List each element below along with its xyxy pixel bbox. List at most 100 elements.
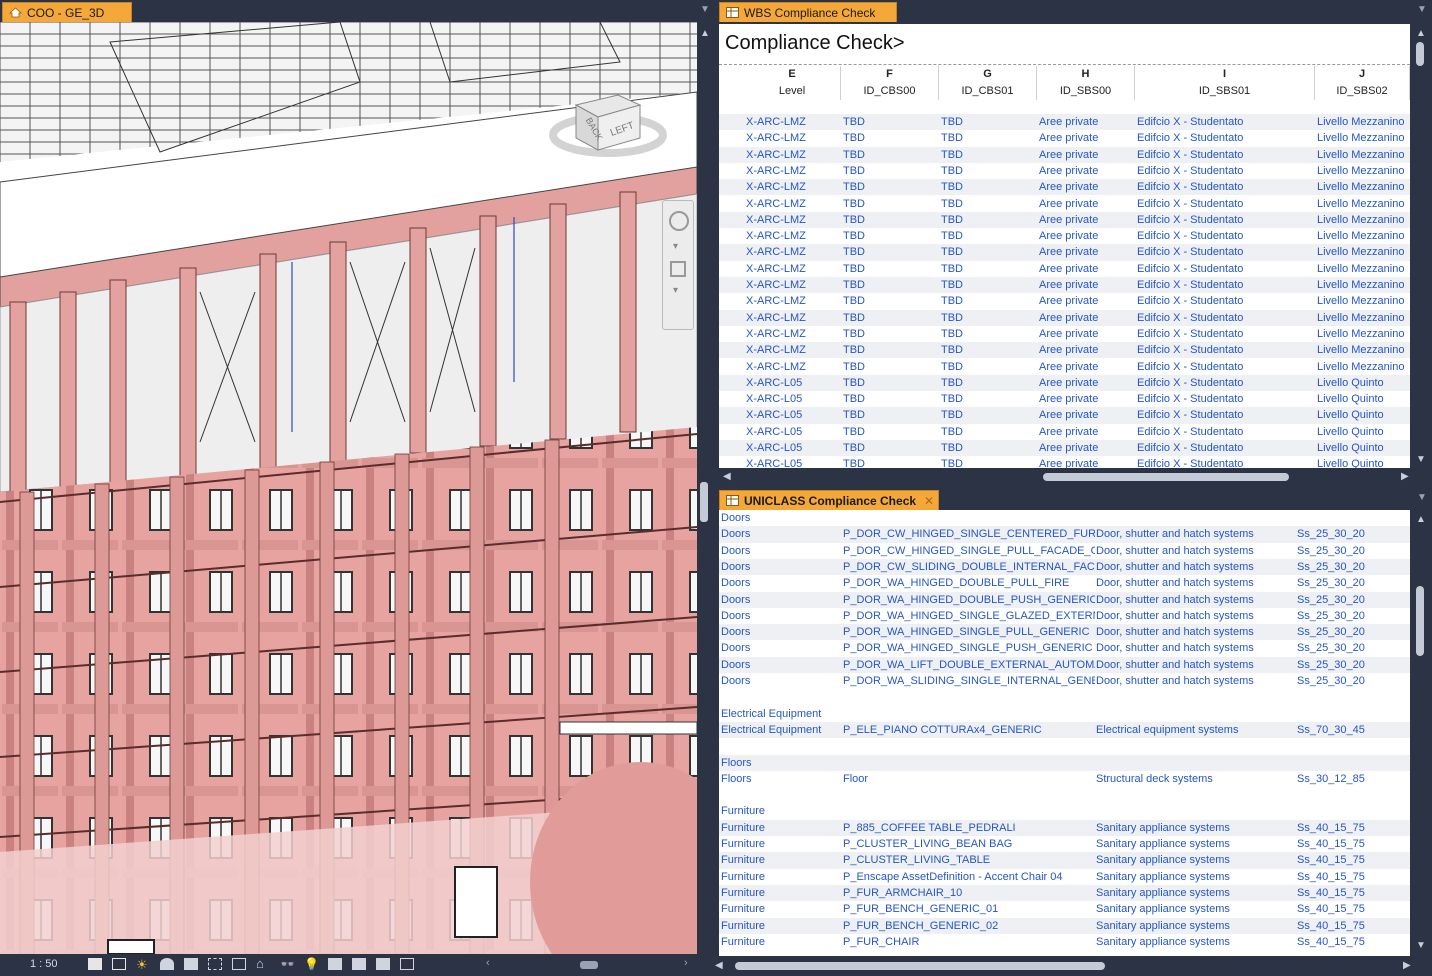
table-cell[interactable]: P_DOR_WA_HINGED_SINGLE_PULL_GENERIC <box>843 624 1095 640</box>
table-cell[interactable]: P_CLUSTER_LIVING_BEAN BAG <box>843 836 1095 852</box>
table-row[interactable]: X-ARC-LMZ TBD TBD Aree private Edifcio X - S… <box>719 228 1410 244</box>
table-cell[interactable]: TBD <box>941 440 1035 456</box>
table-row[interactable]: X-ARC-LMZ TBD TBD Aree private Edifcio X - S… <box>719 196 1410 212</box>
table-cell[interactable]: TBD <box>941 342 1035 358</box>
table-cell[interactable]: TBD <box>843 407 937 423</box>
table-cell[interactable]: TBD <box>843 261 937 277</box>
table-cell[interactable]: Floors <box>721 771 841 787</box>
table-cell[interactable]: Doors <box>721 624 841 640</box>
table-cell[interactable]: X-ARC-LMZ <box>746 326 839 342</box>
scroll-thumb[interactable] <box>1043 473 1289 481</box>
table-cell[interactable]: P_DOR_WA_HINGED_DOUBLE_PULL_FIRE <box>843 575 1095 591</box>
table-cell[interactable]: X-ARC-LMZ <box>746 114 839 130</box>
table-row[interactable]: Furniture P_FUR_ARMCHAIR_10 Sanitary appli… <box>719 884 1410 902</box>
table-cell[interactable]: X-ARC-LMZ <box>746 130 839 146</box>
table-row[interactable]: X-ARC-L05 TBD TBD Aree private Edifcio X - S… <box>719 440 1410 457</box>
table-row[interactable]: Doors P_DOR_CW_SLIDING_DOUBLE_INTERNAL_FA… <box>719 558 1410 576</box>
table-row[interactable]: X-ARC-LMZ TBD TBD Aree private Edifcio X - S… <box>719 244 1410 261</box>
table-cell[interactable]: X-ARC-L05 <box>746 375 839 391</box>
table-row[interactable]: Doors P_DOR_CW_HINGED_SINGLE_PULL_FACADE_… <box>719 543 1410 559</box>
table-cell[interactable]: Furniture <box>721 885 841 901</box>
table-row[interactable]: Floors Floor Structural deck systems Ss_30_… <box>719 771 1410 787</box>
table-cell[interactable]: Aree private <box>1039 212 1133 228</box>
table-row[interactable]: X-ARC-L05 TBD TBD Aree private Edifcio X - S… <box>719 407 1410 424</box>
nav-dropdown-icon[interactable]: ▾ <box>673 241 678 252</box>
table-row[interactable]: Furniture P_885_COFFEE TABLE_PEDRALI Sanit… <box>719 819 1410 836</box>
table-cell[interactable]: X-ARC-LMZ <box>746 179 839 195</box>
table-cell[interactable]: Edifcio X - Studentato <box>1137 342 1313 358</box>
table-cell[interactable]: Aree private <box>1039 147 1133 163</box>
table-cell[interactable]: Livello Mezzanino <box>1317 114 1408 130</box>
table-cell[interactable]: Aree private <box>1039 359 1133 375</box>
table-cell[interactable]: Floors <box>721 755 841 771</box>
table-row[interactable]: Furniture P_FUR_CHAIR Sanitary appliance s… <box>719 934 1410 950</box>
table-cell[interactable]: Edifcio X - Studentato <box>1137 163 1313 179</box>
table-cell[interactable]: Livello Quinto <box>1317 391 1408 407</box>
tab-wbs-compliance[interactable]: WBS Compliance Check <box>719 2 897 22</box>
table-cell[interactable]: Door, shutter and hatch systems <box>1096 673 1294 689</box>
table-cell[interactable]: Ss_40_15_75 <box>1297 820 1407 836</box>
table-row[interactable]: X-ARC-L05 TBD TBD Aree private Edifcio X - S… <box>719 391 1410 407</box>
column-header[interactable]: Level <box>744 82 841 100</box>
table-row[interactable]: Electrical Equipment <box>719 706 1410 722</box>
scroll-right-icon[interactable]: ▶ <box>1403 960 1411 971</box>
table-cell[interactable]: TBD <box>941 163 1035 179</box>
table-cell[interactable] <box>1096 755 1294 771</box>
table-cell[interactable] <box>843 706 1095 722</box>
uniclass-vertical-scrollbar[interactable]: ▲ ▼ <box>1410 510 1432 956</box>
table-row[interactable]: Doors P_DOR_WA_LIFT_DOUBLE_EXTERNAL_AUTOM… <box>719 656 1410 673</box>
table-cell[interactable]: Aree private <box>1039 244 1133 260</box>
table-cell[interactable]: TBD <box>843 359 937 375</box>
table-cell[interactable]: Aree private <box>1039 440 1133 456</box>
table-cell[interactable]: P_CLUSTER_LIVING_TABLE <box>843 852 1095 868</box>
table-cell[interactable]: Sanitary appliance systems <box>1096 836 1294 852</box>
table-cell[interactable]: Door, shutter and hatch systems <box>1096 575 1294 591</box>
table-cell[interactable]: Door, shutter and hatch systems <box>1096 624 1294 640</box>
table-cell[interactable]: Edifcio X - Studentato <box>1137 359 1313 375</box>
table-cell[interactable]: Furniture <box>721 901 841 917</box>
analytical-model-icon[interactable] <box>376 958 390 970</box>
table-cell[interactable]: X-ARC-LMZ <box>746 359 839 375</box>
visual-style-icon[interactable] <box>112 958 126 970</box>
column-header[interactable]: ID_CBS00 <box>841 82 939 100</box>
table-cell[interactable]: TBD <box>941 196 1035 212</box>
worksharing-icon[interactable] <box>328 958 342 970</box>
table-cell[interactable]: X-ARC-L05 <box>746 440 839 456</box>
table-row[interactable] <box>719 787 1410 803</box>
detail-level-icon[interactable] <box>88 958 102 970</box>
uniclass-horizontal-scrollbar[interactable]: ◀ ▶ <box>711 956 1432 976</box>
table-row[interactable]: Furniture P_Enscape AssetDefinition - Acc… <box>719 869 1410 885</box>
table-cell[interactable]: Edifcio X - Studentato <box>1137 114 1313 130</box>
table-cell[interactable]: Ss_40_15_75 <box>1297 918 1407 934</box>
sun-path-icon[interactable]: ☀ <box>136 957 148 973</box>
table-row[interactable]: X-ARC-LMZ TBD TBD Aree private Edifcio X - S… <box>719 179 1410 196</box>
table-cell[interactable]: Livello Mezzanino <box>1317 244 1408 260</box>
table-row[interactable]: X-ARC-LMZ TBD TBD Aree private Edifcio X - S… <box>719 359 1410 375</box>
table-cell[interactable]: TBD <box>843 147 937 163</box>
column-header[interactable]: ID_SBS00 <box>1037 82 1135 100</box>
table-cell[interactable]: P_DOR_CW_HINGED_SINGLE_CENTERED_FURNIT <box>843 526 1095 542</box>
table-cell[interactable]: TBD <box>941 375 1035 391</box>
column-letter[interactable]: J <box>1315 66 1410 82</box>
table-cell[interactable]: Furniture <box>721 836 841 852</box>
table-row[interactable]: X-ARC-LMZ TBD TBD Aree private Edifcio X - S… <box>719 130 1410 146</box>
table-cell[interactable]: TBD <box>843 179 937 195</box>
table-cell[interactable]: TBD <box>941 261 1035 277</box>
column-header[interactable]: ID_SBS02 <box>1315 82 1410 100</box>
table-cell[interactable] <box>1096 787 1294 803</box>
table-row[interactable]: Doors P_DOR_WA_HINGED_SINGLE_GLAZED_EXTER… <box>719 608 1410 624</box>
table-cell[interactable]: Ss_25_30_20 <box>1297 657 1407 673</box>
column-header[interactable]: ID_CBS01 <box>939 82 1037 100</box>
table-cell[interactable]: TBD <box>843 342 937 358</box>
table-cell[interactable]: Sanitary appliance systems <box>1096 869 1294 885</box>
scroll-thumb[interactable] <box>1416 586 1424 656</box>
table-cell[interactable] <box>843 787 1095 803</box>
table-cell[interactable]: Furniture <box>721 852 841 868</box>
table-row[interactable]: X-ARC-LMZ TBD TBD Aree private Edifcio X - S… <box>719 261 1410 277</box>
scroll-up-icon[interactable]: ▲ <box>700 28 710 39</box>
table-row[interactable]: Doors P_DOR_WA_HINGED_SINGLE_PUSH_GENERIC… <box>719 640 1410 656</box>
table-cell[interactable]: Ss_25_30_20 <box>1297 559 1407 575</box>
table-cell[interactable]: Ss_25_30_20 <box>1297 543 1407 559</box>
table-cell[interactable] <box>843 689 1095 705</box>
table-cell[interactable]: Ss_40_15_75 <box>1297 836 1407 852</box>
